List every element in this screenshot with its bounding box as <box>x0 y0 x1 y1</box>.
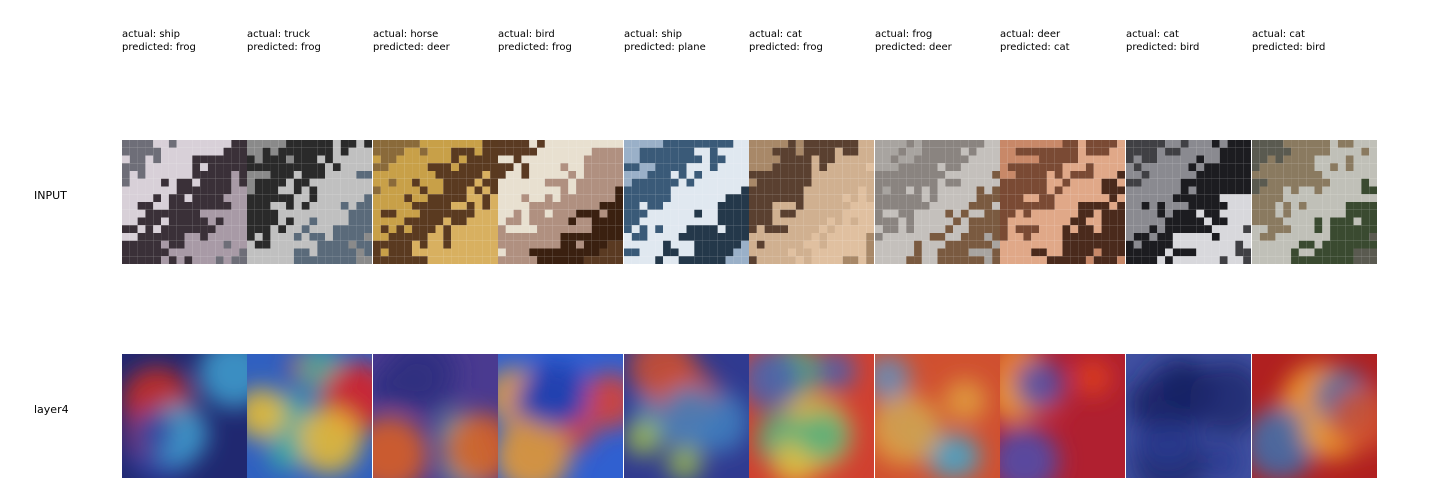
actual-label: actual: ship <box>122 29 181 40</box>
sample-caption: actual: cat predicted: bird <box>1252 29 1325 54</box>
actual-label: actual: ship <box>624 29 683 40</box>
actual-label: actual: frog <box>875 29 933 40</box>
layer4-heatmap <box>122 354 247 478</box>
layer4-heatmap <box>1252 354 1377 478</box>
actual-label: actual: cat <box>749 29 802 40</box>
actual-label: actual: deer <box>1000 29 1061 40</box>
sample-caption: actual: bird predicted: frog <box>498 29 572 54</box>
layer4-heatmap <box>875 354 1000 478</box>
actual-label: actual: horse <box>373 29 439 40</box>
predicted-label: predicted: plane <box>624 41 706 53</box>
predicted-label: predicted: frog <box>122 41 196 53</box>
input-image-pixels <box>624 140 749 264</box>
row-label-layer4: layer4 <box>34 403 69 416</box>
input-image <box>373 140 498 264</box>
layer4-heatmap <box>247 354 372 478</box>
input-image-pixels <box>1252 140 1377 264</box>
heatmap-overlay <box>624 354 749 478</box>
predicted-label: predicted: deer <box>875 41 952 53</box>
sample-caption: actual: ship predicted: frog <box>122 29 196 54</box>
layer4-heatmap <box>1126 354 1251 478</box>
input-image-pixels <box>1000 140 1125 264</box>
predicted-label: predicted: bird <box>1252 41 1326 53</box>
predicted-label: predicted: bird <box>1126 41 1200 53</box>
heatmap-overlay <box>122 354 247 478</box>
layer4-heatmap <box>498 354 623 478</box>
input-image-pixels <box>373 140 498 264</box>
sample-caption: actual: horse predicted: deer <box>373 29 450 54</box>
input-image-pixels <box>749 140 874 264</box>
input-image <box>1126 140 1251 264</box>
predicted-label: predicted: frog <box>749 41 823 53</box>
heatmap-overlay <box>1126 354 1251 478</box>
heatmap-overlay <box>1252 354 1377 478</box>
actual-label: actual: cat <box>1126 29 1179 40</box>
input-image-pixels <box>122 140 247 264</box>
sample-caption: actual: frog predicted: deer <box>875 29 952 54</box>
input-image <box>1252 140 1377 264</box>
heatmap-overlay <box>498 354 623 478</box>
heatmap-overlay <box>373 354 498 478</box>
input-image-pixels <box>875 140 1000 264</box>
heatmap-overlay <box>1000 354 1125 478</box>
predicted-label: predicted: frog <box>247 41 321 53</box>
actual-label: actual: cat <box>1252 29 1305 40</box>
layer4-heatmap <box>373 354 498 478</box>
input-image <box>498 140 623 264</box>
sample-caption: actual: deer predicted: cat <box>1000 29 1070 54</box>
predicted-label: predicted: deer <box>373 41 450 53</box>
layer4-heatmap <box>624 354 749 478</box>
sample-caption: actual: ship predicted: plane <box>624 29 706 54</box>
layer4-heatmap <box>1000 354 1125 478</box>
heatmap-overlay <box>247 354 372 478</box>
input-image <box>875 140 1000 264</box>
row-label-input: INPUT <box>34 189 67 202</box>
sample-caption: actual: truck predicted: frog <box>247 29 321 54</box>
input-image-pixels <box>498 140 623 264</box>
predicted-label: predicted: frog <box>498 41 572 53</box>
sample-caption: actual: cat predicted: frog <box>749 29 823 54</box>
actual-label: actual: truck <box>247 29 310 40</box>
input-image-pixels <box>1126 140 1251 264</box>
heatmap-overlay <box>875 354 1000 478</box>
actual-label: actual: bird <box>498 29 555 40</box>
input-image <box>624 140 749 264</box>
input-image <box>122 140 247 264</box>
input-image <box>749 140 874 264</box>
layer4-heatmap <box>749 354 874 478</box>
input-image-pixels <box>247 140 372 264</box>
sample-caption: actual: cat predicted: bird <box>1126 29 1199 54</box>
input-image <box>1000 140 1125 264</box>
input-image <box>247 140 372 264</box>
predicted-label: predicted: cat <box>1000 41 1070 53</box>
heatmap-overlay <box>749 354 874 478</box>
